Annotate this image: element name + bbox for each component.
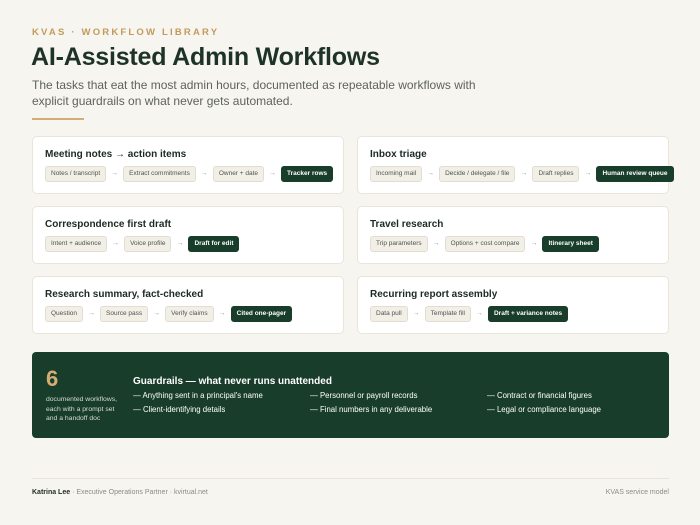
workflow-count: 6 [46, 366, 59, 391]
accent-rule [32, 118, 84, 120]
workflow-card-research-summary[interactable]: Research summary, fact-checked Question … [32, 276, 344, 334]
step-chip: Template fill [424, 306, 471, 322]
guardrail-item: — Final numbers in any deliverable [310, 405, 433, 414]
guardrail-item: — Anything sent in a principal's name [133, 391, 263, 400]
step-chip: Source pass [100, 306, 149, 322]
workflow-title: Correspondence first draft [45, 219, 172, 230]
page-subtitle: The tasks that eat the most admin hours,… [32, 78, 476, 108]
step-chip: Decide / delegate / file [439, 166, 516, 182]
guardrails-title: Guardrails — what never runs unattended [133, 376, 332, 387]
workflow-card-meeting-notes[interactable]: Meeting notes → action items Notes / tra… [32, 136, 344, 194]
arrow-icon: → [520, 170, 528, 177]
step-chip: Extract commitments [123, 166, 196, 182]
workflow-steps: Incoming mail → Decide / delegate / file… [370, 166, 674, 182]
eyebrow-label: KVAS · WORKFLOW LIBRARY [32, 27, 220, 38]
arrow-icon: → [412, 310, 420, 317]
step-chip: Options + cost compare [444, 236, 526, 252]
arrow-icon: → [111, 170, 119, 177]
workflow-card-correspondence[interactable]: Correspondence first draft Intent + audi… [32, 206, 344, 264]
workflow-title: Research summary, fact-checked [45, 289, 204, 300]
workflow-steps: Question → Source pass → Verify claims →… [45, 306, 331, 322]
step-chip: Data pull [370, 306, 408, 322]
arrow-icon: → [200, 170, 208, 177]
output-chip: Human review queue [596, 166, 674, 182]
workflow-steps: Intent + audience → Voice profile → Draf… [45, 236, 331, 252]
workflow-steps: Trip parameters → Options + cost compare… [370, 236, 656, 252]
footer-service-label: KVAS service model [605, 489, 669, 496]
step-chip: Incoming mail [370, 166, 423, 182]
step-chip: Trip parameters [370, 236, 428, 252]
arrow-icon: → [88, 310, 96, 317]
workflow-card-inbox-triage[interactable]: Inbox triage Incoming mail → Decide / de… [357, 136, 674, 194]
arrow-icon: → [115, 149, 126, 160]
arrow-icon: → [530, 240, 538, 247]
page-title: AI-Assisted Admin Workflows [31, 43, 380, 71]
workflow-steps: Notes / transcript → Extract commitments… [45, 166, 334, 182]
step-chip: Owner + date [212, 166, 265, 182]
arrow-icon: → [218, 310, 226, 317]
footer-divider [32, 478, 669, 479]
output-chip: Draft + variance notes [487, 306, 569, 322]
arrow-icon: → [112, 240, 120, 247]
arrow-icon: → [584, 170, 592, 177]
arrow-icon: → [269, 170, 277, 177]
output-chip: Tracker rows [281, 166, 334, 182]
guardrail-item: — Contract or financial figures [487, 391, 592, 400]
output-chip: Itinerary sheet [542, 236, 599, 252]
step-chip: Question [45, 306, 84, 322]
workflow-count-note: documented workflows, each with a prompt… [46, 396, 118, 422]
step-chip: Verify claims [165, 306, 214, 322]
footer-credit: Katrina Lee · Executive Operations Partn… [32, 489, 208, 496]
author-role: · Executive Operations Partner · kvirtua… [70, 489, 208, 496]
arrow-icon: → [427, 170, 435, 177]
guardrail-item: — Personnel or payroll records [310, 391, 418, 400]
workflow-title: Inbox triage [370, 149, 427, 160]
workflow-title: Recurring report assembly [370, 289, 498, 300]
workflow-title: Travel research [370, 219, 444, 230]
guardrail-item: — Legal or compliance language [487, 405, 601, 414]
workflow-card-report-assembly[interactable]: Recurring report assembly Data pull → Te… [357, 276, 669, 334]
guardrail-item: — Client-identifying details [133, 405, 226, 414]
arrow-icon: → [432, 240, 440, 247]
output-chip: Cited one-pager [230, 306, 293, 322]
step-chip: Voice profile [124, 236, 172, 252]
guardrails-panel: 6 documented workflows, each with a prom… [32, 352, 669, 438]
author-name: Katrina Lee [32, 489, 71, 496]
workflow-steps: Data pull → Template fill → Draft + vari… [370, 306, 656, 322]
arrow-icon: → [153, 310, 161, 317]
step-chip: Intent + audience [45, 236, 108, 252]
step-chip: Notes / transcript [45, 166, 107, 182]
step-chip: Draft replies [532, 166, 580, 182]
workflow-grid: Meeting notes → action items Notes / tra… [32, 136, 674, 334]
arrow-icon: → [176, 240, 184, 247]
arrow-icon: → [475, 310, 483, 317]
workflow-title: Meeting notes → action items [45, 149, 187, 160]
output-chip: Draft for edit [188, 236, 240, 252]
workflow-card-travel-research[interactable]: Travel research Trip parameters → Option… [357, 206, 669, 264]
